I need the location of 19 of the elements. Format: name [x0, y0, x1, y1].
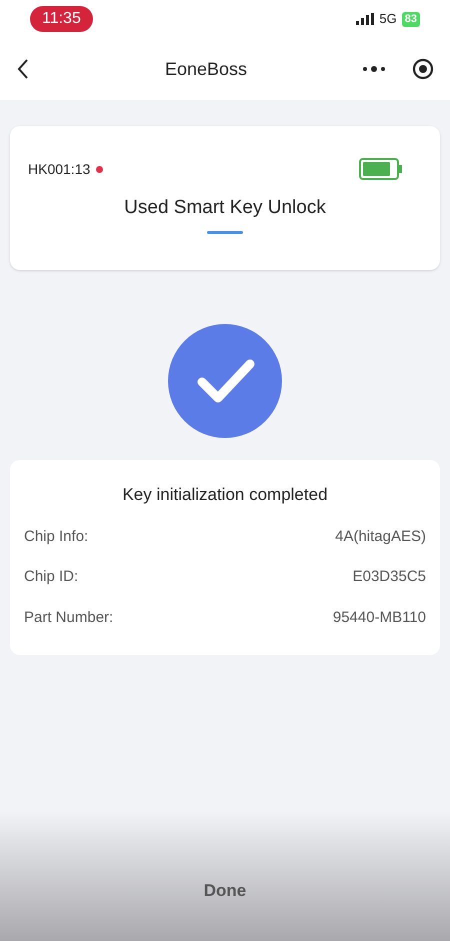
network-label: 5G — [379, 10, 397, 28]
battery-indicator: 83 — [402, 12, 420, 26]
nav-title: EoneBoss — [164, 58, 248, 80]
info-value: 4A(hitagAES) — [335, 526, 426, 546]
status-time: 11:35 — [30, 6, 93, 32]
result-title: Key initialization completed — [121, 484, 329, 506]
info-label: Part Number: — [24, 608, 114, 628]
more-icon[interactable] — [362, 65, 386, 73]
done-button[interactable]: Done — [204, 878, 246, 903]
info-value: 95440-MB110 — [332, 608, 426, 628]
signal-icon — [356, 13, 374, 25]
info-value: E03D35C5 — [352, 567, 426, 587]
success-check-icon — [168, 324, 282, 438]
info-label: Chip Info: — [24, 526, 88, 546]
record-icon[interactable] — [412, 58, 434, 80]
info-label: Chip ID: — [24, 567, 78, 587]
card-title: Used Smart Key Unlock — [123, 196, 327, 220]
back-icon[interactable] — [16, 58, 30, 80]
device-id: HK001:13 — [28, 160, 90, 178]
